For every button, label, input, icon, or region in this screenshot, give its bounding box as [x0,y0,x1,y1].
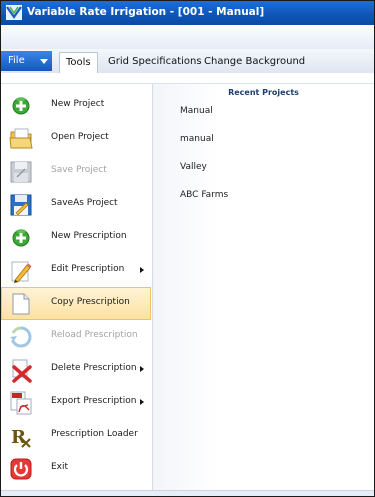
menu-item-edit-prescription[interactable]: Edit Prescription [1,254,151,287]
ribbon-body [1,73,374,84]
export-pdf-icon [10,391,32,415]
recent-project-item[interactable]: Valley [180,162,207,172]
recent-projects-panel: Recent Projects Manual manual Valley ABC… [153,84,374,496]
power-icon [10,458,32,480]
new-project-icon [12,97,30,115]
menu-item-label: Prescription Loader [51,429,138,439]
ribbon-header [1,25,374,50]
status-strip [1,490,374,496]
recent-project-item[interactable]: ABC Farms [180,190,228,200]
recent-projects-header: Recent Projects [228,88,299,97]
menu-item-new-project[interactable]: New Project [1,89,151,122]
app-window: Variable Rate Irrigation - [001 - Manual… [0,0,375,497]
recent-project-item[interactable]: manual [180,134,214,144]
copy-document-icon [12,293,30,315]
edit-pencil-icon [11,261,32,283]
save-icon [10,161,32,183]
menu-item-label: New Prescription [51,231,127,241]
tab-change-background[interactable]: Change Background [198,52,311,71]
file-menu-button[interactable]: File [1,51,52,71]
menu-item-delete-prescription[interactable]: Delete Prescription [1,353,151,386]
chevron-right-icon [140,267,144,273]
menu-item-label: Edit Prescription [51,264,125,274]
chevron-right-icon [140,399,144,405]
menu-item-label: Reload Prescription [51,330,138,340]
menu-item-label: SaveAs Project [51,198,118,208]
window-title: Variable Rate Irrigation - [001 - Manual… [27,6,265,18]
tab-grid-specifications[interactable]: Grid Specifications [102,52,208,71]
menu-item-saveas-project[interactable]: SaveAs Project [1,188,151,221]
menu-item-save-project[interactable]: Save Project [1,155,151,188]
chevron-right-icon [140,366,144,372]
menu-item-reload-prescription[interactable]: Reload Prescription [1,320,151,353]
open-folder-icon [9,128,33,149]
tab-tools[interactable]: Tools [59,52,98,74]
ribbon-tab-bar: File Tools Grid Specifications Change Ba… [1,49,374,74]
rx-icon: R [11,427,31,448]
chevron-down-icon [40,59,48,64]
reload-icon [10,326,32,348]
recent-project-item[interactable]: Manual [180,106,213,116]
menu-item-copy-prescription[interactable]: Copy Prescription [1,287,151,320]
menu-item-new-prescription[interactable]: New Prescription [1,221,151,254]
menu-item-prescription-loader[interactable]: R Prescription Loader [1,419,151,452]
menu-item-label: Save Project [51,165,107,175]
menu-item-label: Exit [51,462,69,472]
title-bar: Variable Rate Irrigation - [001 - Manual… [1,1,374,25]
menu-item-export-prescription[interactable]: Export Prescription [1,386,151,419]
menu-item-label: Copy Prescription [51,297,130,307]
saveas-icon [10,194,32,216]
menu-item-exit[interactable]: Exit [1,452,151,485]
menu-item-label: Delete Prescription [51,363,137,373]
delete-icon [12,359,32,383]
new-prescription-icon [12,229,30,247]
menu-item-open-project[interactable]: Open Project [1,122,151,155]
menu-item-label: Export Prescription [51,396,137,406]
app-logo-icon [6,5,22,20]
menu-item-label: New Project [51,99,105,109]
menu-item-label: Open Project [51,132,109,142]
file-menu-panel: New Project Open Project Save Project Sa… [1,84,153,496]
file-menu-label: File [8,55,25,66]
